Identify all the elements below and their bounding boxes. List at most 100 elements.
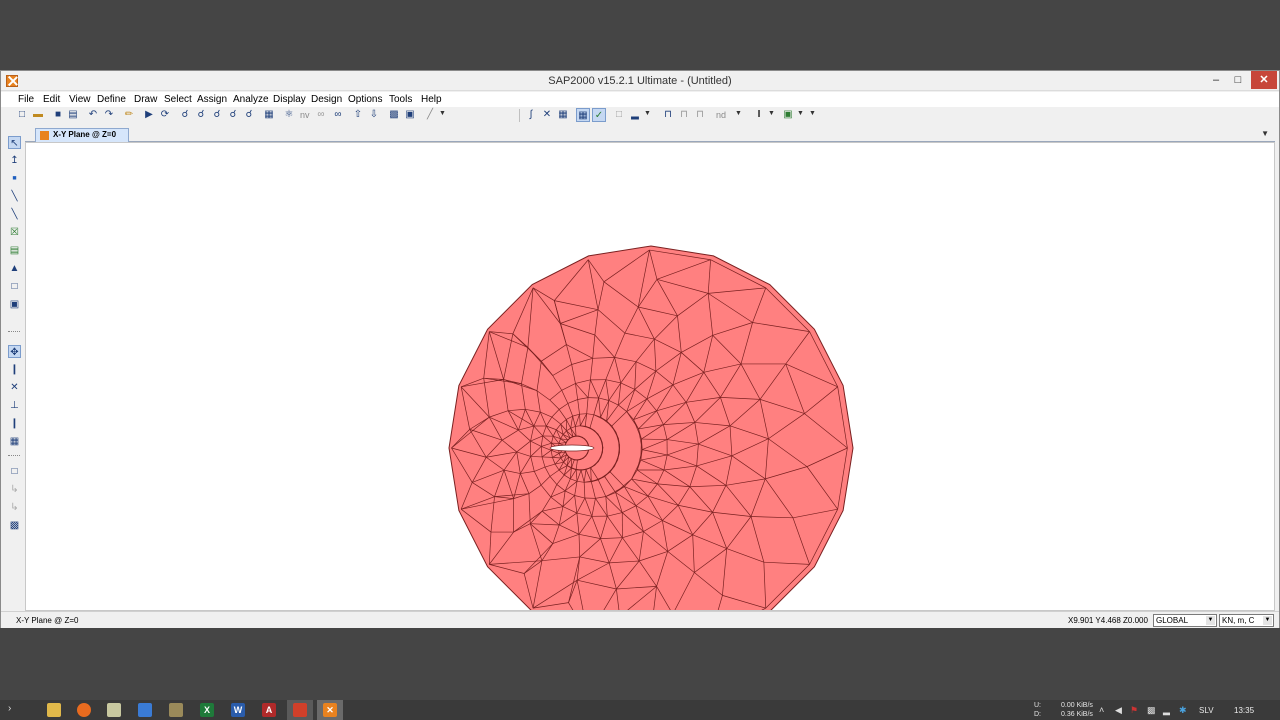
refresh-view-icon[interactable]: ⟳ <box>158 108 172 122</box>
taskbar-clock[interactable]: 13:35 <box>1234 706 1254 715</box>
explorer-icon[interactable] <box>47 703 61 717</box>
run-analysis-icon[interactable]: ▶ <box>142 108 156 122</box>
intersect-line-icon[interactable]: ✕ <box>540 108 554 122</box>
3d-view-icon[interactable]: ⚛ <box>282 108 296 122</box>
snap-dropdown-arrow-icon[interactable]: ▼ <box>439 110 446 117</box>
pencil-icon[interactable]: ✏ <box>122 108 136 122</box>
perspective-icon[interactable]: ∞ <box>331 108 345 122</box>
new-file-icon[interactable]: □ <box>15 108 29 122</box>
quick-draw-area-icon[interactable]: ▣ <box>8 298 21 311</box>
snap-icon[interactable]: ╱ <box>423 108 437 122</box>
start-arrow-icon[interactable]: › <box>8 703 11 714</box>
menu-tools[interactable]: Tools <box>389 94 412 105</box>
frame-offset-icon[interactable]: ⊓ <box>693 108 707 122</box>
coordinate-system-select[interactable]: GLOBAL ▼ <box>1153 614 1217 627</box>
frame-release-icon[interactable]: ⊓ <box>677 108 691 122</box>
menu-define[interactable]: Define <box>97 94 126 105</box>
draw-poly-area-icon[interactable]: ▲ <box>8 262 21 275</box>
minimize-button[interactable]: – <box>1205 71 1227 89</box>
rubber-band-icon[interactable]: ∫ <box>524 108 538 122</box>
zoom-step-icon[interactable]: ☌ <box>242 108 256 122</box>
acrobat-icon[interactable]: A <box>262 703 276 717</box>
save-icon[interactable]: ■ <box>51 108 65 122</box>
snap-points-icon[interactable]: ✥ <box>8 345 21 358</box>
word-icon[interactable]: W <box>231 703 245 717</box>
menu-edit[interactable]: Edit <box>43 94 60 105</box>
menu-display[interactable]: Display <box>273 94 306 105</box>
menu-options[interactable]: Options <box>348 94 382 105</box>
zoom-restore-icon[interactable]: ☌ <box>194 108 208 122</box>
toolbar-overflow-arrow-icon[interactable]: ▼ <box>809 110 816 117</box>
draw-joint-icon[interactable]: ■ <box>8 172 21 185</box>
section-dropdown-arrow-icon[interactable]: ▼ <box>768 110 775 117</box>
quick-draw-frame-icon[interactable]: ╲ <box>8 208 21 221</box>
open-folder-icon[interactable]: ▬ <box>31 108 45 122</box>
toolbar-nv-label[interactable]: nv <box>300 110 310 120</box>
grid-snap-icon[interactable]: ▦ <box>576 108 590 122</box>
notes-icon[interactable] <box>107 703 121 717</box>
draw-secondary-beam-icon[interactable]: ▤ <box>8 244 21 257</box>
move-up-icon[interactable]: ⇧ <box>351 108 365 122</box>
speaker-icon[interactable]: ◀ <box>1115 705 1122 716</box>
signal-icon[interactable]: ▂ <box>1163 705 1170 716</box>
close-button[interactable]: ✕ <box>1251 71 1277 89</box>
nd-dropdown-arrow-icon[interactable]: ▼ <box>735 110 742 117</box>
select-frame-icon[interactable]: ▦ <box>556 108 570 122</box>
monitor-icon[interactable] <box>138 703 152 717</box>
display-options-icon[interactable]: ▩ <box>387 108 401 122</box>
object-snap-icon[interactable]: ✓ <box>592 108 606 122</box>
tab-menu-arrow-icon[interactable]: ▼ <box>1261 129 1269 138</box>
undo-icon[interactable]: ↶ <box>86 108 100 122</box>
model-canvas[interactable] <box>25 142 1275 651</box>
chart-dropdown-arrow-icon[interactable]: ▼ <box>644 110 651 117</box>
xz-view-icon[interactable]: ∞ <box>314 108 328 122</box>
snap-lines-icon[interactable]: ❙ <box>8 417 21 430</box>
firefox-icon[interactable] <box>77 703 91 717</box>
image-icon[interactable]: ▣ <box>403 108 417 122</box>
excel-icon[interactable]: X <box>200 703 214 717</box>
zoom-in-icon[interactable]: ☌ <box>210 108 224 122</box>
menu-assign[interactable]: Assign <box>197 94 227 105</box>
area-icon[interactable]: ▣ <box>781 108 795 122</box>
menu-select[interactable]: Select <box>164 94 192 105</box>
menu-view[interactable]: View <box>69 94 91 105</box>
draw-special-icon[interactable]: □ <box>8 465 21 478</box>
security-icon[interactable]: ▩ <box>1147 705 1156 716</box>
draw-solid-icon[interactable]: ▩ <box>8 519 21 532</box>
tab-xy-plane[interactable]: X-Y Plane @ Z=0 <box>35 128 129 142</box>
zoom-out-icon[interactable]: ☌ <box>226 108 240 122</box>
pointer-icon[interactable]: ↖ <box>8 136 21 149</box>
menu-analyze[interactable]: Analyze <box>233 94 269 105</box>
print-icon[interactable]: ▤ <box>66 108 80 122</box>
area-dropdown-arrow-icon[interactable]: ▼ <box>797 110 804 117</box>
menu-draw[interactable]: Draw <box>134 94 157 105</box>
menu-file[interactable]: File <box>18 94 34 105</box>
tray-expand-icon[interactable]: ˄ <box>1099 705 1104 715</box>
maximize-button[interactable]: □ <box>1227 71 1249 89</box>
draw-brace-icon[interactable]: ☒ <box>8 226 21 239</box>
redo-icon[interactable]: ↷ <box>102 108 116 122</box>
pdf-tool-icon[interactable] <box>293 703 307 717</box>
sap2000-taskbar-icon[interactable]: ✕ <box>323 703 337 717</box>
assign-icon[interactable]: □ <box>612 108 626 122</box>
snap-intersections-icon[interactable]: ✕ <box>8 381 21 394</box>
snap-grid-icon[interactable]: ▦ <box>8 435 21 448</box>
pan-icon[interactable]: ▦ <box>262 108 276 122</box>
reshape-icon[interactable]: ↥ <box>8 154 21 167</box>
menu-design[interactable]: Design <box>311 94 342 105</box>
draw-tendon-icon[interactable]: ↳ <box>8 501 21 514</box>
move-down-icon[interactable]: ⇩ <box>367 108 381 122</box>
bluetooth-icon[interactable]: ✱ <box>1179 705 1187 716</box>
chart-icon[interactable]: ▂ <box>628 108 642 122</box>
menu-help[interactable]: Help <box>421 94 442 105</box>
frame-section-icon[interactable]: ⊓ <box>661 108 675 122</box>
flag-icon[interactable]: ⚑ <box>1130 705 1138 716</box>
section-i-icon[interactable]: I <box>752 108 766 122</box>
draw-frame-icon[interactable]: ╲ <box>8 190 21 203</box>
zoom-window-icon[interactable]: ☌ <box>178 108 192 122</box>
archive-icon[interactable] <box>169 703 183 717</box>
units-select[interactable]: KN, m, C ▼ <box>1219 614 1274 627</box>
draw-rect-area-icon[interactable]: □ <box>8 280 21 293</box>
draw-link-icon[interactable]: ↳ <box>8 483 21 496</box>
snap-ends-icon[interactable]: ❙ <box>8 363 21 376</box>
